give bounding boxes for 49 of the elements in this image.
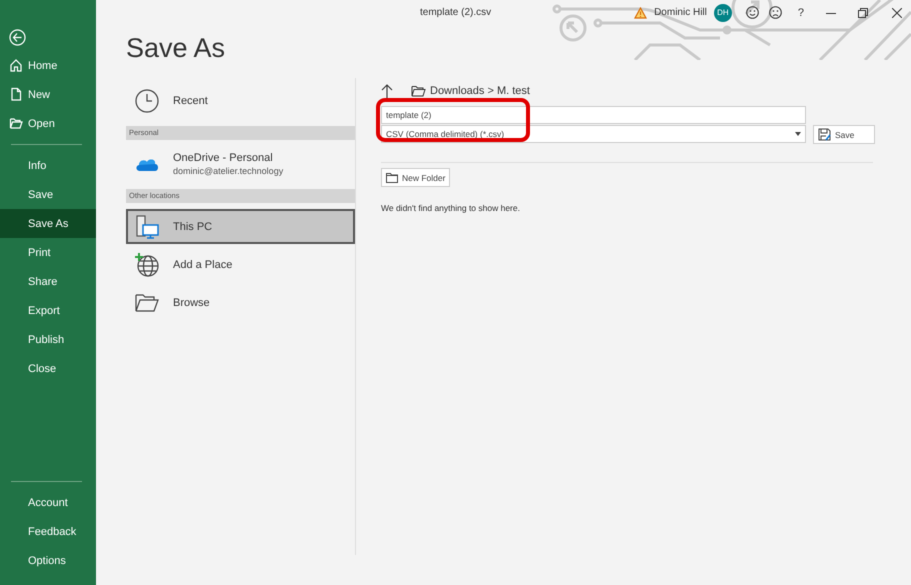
sidebar-item[interactable]: Info — [0, 151, 96, 180]
close-icon[interactable] — [892, 8, 902, 18]
frown-icon[interactable] — [768, 6, 782, 19]
clock-icon — [134, 88, 160, 114]
sidebar-item[interactable]: Save — [0, 180, 96, 209]
location-item[interactable]: This PC — [126, 209, 355, 244]
page-title: Save As — [125, 32, 226, 65]
location-item[interactable]: Recent — [126, 83, 355, 118]
location-item[interactable]: Browse — [126, 285, 355, 320]
location-item[interactable]: Add a Place — [126, 247, 355, 282]
sidebar-item[interactable]: Account — [0, 488, 96, 517]
sidebar-item[interactable]: Print — [0, 238, 96, 267]
sidebar-item[interactable]: Options — [0, 546, 96, 575]
folder-icon — [9, 116, 23, 130]
sidebar-item[interactable]: Feedback — [0, 517, 96, 546]
smile-icon[interactable] — [746, 6, 759, 19]
globe-add-icon — [134, 252, 160, 278]
file-type-dropdown[interactable]: CSV (Comma delimited) (*.csv) — [381, 125, 806, 143]
floppy-icon — [818, 128, 831, 141]
save-button[interactable]: Save — [813, 125, 875, 144]
sidebar-item[interactable]: Close — [0, 354, 96, 383]
sidebar-item[interactable]: Share — [0, 267, 96, 296]
window-title: template (2).csv — [420, 7, 492, 18]
new-folder-button[interactable]: New Folder — [381, 168, 450, 187]
user-name[interactable]: Dominic Hill — [654, 7, 707, 18]
folder-icon — [411, 85, 426, 97]
sidebar-item[interactable]: Home — [0, 51, 96, 80]
location-name: OneDrive - Personal — [173, 152, 274, 164]
sidebar-item[interactable]: New — [0, 80, 96, 109]
home-icon — [9, 58, 23, 72]
file-name-field[interactable]: template (2) — [381, 106, 806, 124]
computer-icon — [134, 214, 160, 240]
caret-icon — [795, 132, 801, 136]
user-avatar[interactable]: DH — [714, 4, 732, 22]
account-email: dominic@atelier.technology — [173, 166, 284, 176]
back-icon[interactable] — [9, 29, 26, 46]
sidebar-item[interactable]: Save As — [0, 209, 96, 238]
breadcrumb-path[interactable]: Downloads > M. test — [430, 85, 530, 97]
empty-message: We didn't find anything to show here. — [381, 203, 521, 213]
help-button[interactable]: ? — [798, 6, 804, 18]
sidebar-item[interactable]: Publish — [0, 325, 96, 354]
document-icon — [9, 87, 23, 101]
warning-icon — [634, 6, 648, 18]
sidebar-item[interactable]: Open — [0, 109, 96, 138]
up-arrow-icon[interactable] — [381, 84, 393, 98]
restore-icon[interactable] — [858, 8, 868, 18]
sidebar-item[interactable]: Export — [0, 296, 96, 325]
location-item[interactable]: OneDrive - Personal dominic@atelier.technology — [126, 146, 355, 181]
folder-icon — [386, 172, 398, 182]
